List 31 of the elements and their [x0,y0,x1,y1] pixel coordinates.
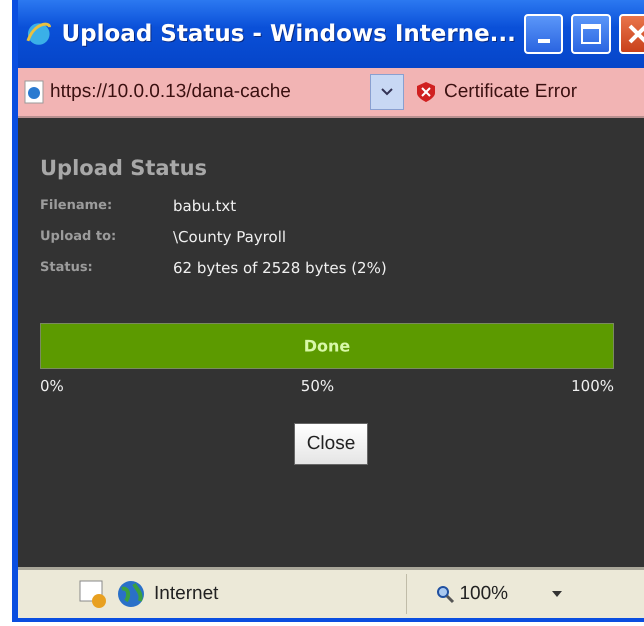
magnifier-icon [435,584,456,604]
scale-label: 0% [40,377,64,395]
close-icon [626,22,644,46]
field-value: 62 bytes of 2528 bytes (2%) [173,258,387,276]
caret-icon [552,591,562,597]
window-title: Upload Status - Windows Interne... [61,21,516,47]
zoom-caret-button[interactable] [552,591,562,597]
url-field[interactable]: https://10.0.0.13/dana-cache [24,80,364,104]
field-label: Status: [40,260,94,275]
field-value: babu.txt [173,196,236,214]
maximize-icon [580,23,602,45]
scale-label: 100% [571,377,614,395]
globe-icon [116,579,146,609]
field-label: Upload to: [40,229,118,244]
dialog-heading: Upload Status [40,156,208,180]
close-dialog-button[interactable]: Close [294,423,368,465]
page-warning-icon [78,579,108,609]
zoom-button[interactable]: 100% [429,582,514,606]
minimize-icon [538,39,550,43]
chevron-icon [381,88,393,96]
certificate-error-button[interactable]: Certificate Error [410,81,584,103]
field-label: Filename: [40,198,114,213]
page-icon [24,80,44,104]
maximize-button[interactable] [571,14,611,54]
minimize-button[interactable] [524,14,564,54]
dropdown-button[interactable] [370,74,404,110]
progress-text: Done [304,336,350,356]
shield-icon [416,81,436,103]
field-value: \County Payroll [173,228,286,246]
zone-label: Internet [154,583,218,605]
scale-label: 50% [300,377,334,395]
